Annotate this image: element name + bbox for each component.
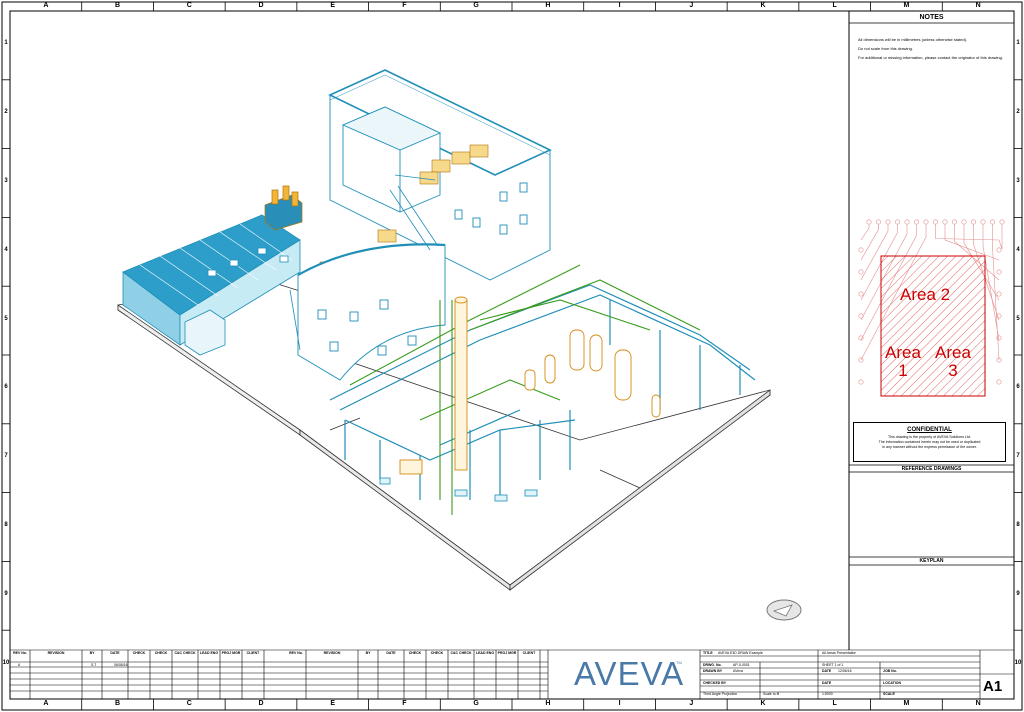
title-label: TITLE bbox=[703, 651, 713, 655]
projection: Third Angle Projection bbox=[703, 692, 738, 696]
revision-header-left-4: CHECK bbox=[132, 651, 146, 655]
revision-header-right-5: CHECK bbox=[430, 651, 444, 655]
revision-header-right-2: BY bbox=[365, 651, 371, 655]
title-value: AVEVA E3D DRAW Example bbox=[718, 651, 763, 655]
date-label: DATE bbox=[822, 669, 832, 673]
location-label: LOCATION bbox=[883, 681, 902, 685]
drawing-no-label: DRWG. No. bbox=[703, 663, 722, 667]
revision-header-left-0: REV No. bbox=[13, 651, 27, 655]
revision-header-right-4: CHECK bbox=[408, 651, 422, 655]
revision-header-right-6: C&C CHECK bbox=[450, 651, 472, 655]
revision-header-left-3: DATE bbox=[110, 651, 120, 655]
aveva-tm: TM bbox=[676, 660, 682, 665]
job-label: JOB No. bbox=[883, 669, 897, 673]
revision-header-left-6: C&C CHECK bbox=[174, 651, 196, 655]
revision-row-by: S.T bbox=[91, 663, 97, 667]
checked-date-label: DATE bbox=[822, 681, 832, 685]
revision-header-right-3: DATE bbox=[386, 651, 396, 655]
scale-value: 1:5000 bbox=[822, 692, 833, 696]
revision-header-left-2: BY bbox=[89, 651, 95, 655]
title-value-2: All Areas Presentation bbox=[822, 651, 857, 655]
revision-header-right-0: REV No. bbox=[289, 651, 303, 655]
sheet-number: SHEET 1 of 1 bbox=[822, 663, 844, 667]
checked-by-label: CHECKED BY bbox=[703, 681, 727, 685]
revision-header-right-9: CLIENT bbox=[522, 651, 536, 655]
revision-header-left-8: PROJ MGR bbox=[221, 651, 241, 655]
drawn-by: AVeva bbox=[733, 669, 743, 673]
drawn-by-label: DRAWN BY bbox=[703, 669, 723, 673]
sheet-size: A1 bbox=[983, 678, 1003, 695]
revision-header-right-8: PROJ MGR bbox=[497, 651, 517, 655]
revision-header-left-9: CLIENT bbox=[246, 651, 260, 655]
revision-header-left-7: LEAD ENG bbox=[199, 651, 219, 655]
revision-header-left-1: REVISION bbox=[47, 651, 65, 655]
revision-table-grid bbox=[10, 649, 1014, 699]
revision-row-rev: A bbox=[18, 663, 21, 667]
scale-label: Scale to fit bbox=[763, 692, 780, 696]
scale-word: SCALE bbox=[883, 692, 895, 696]
aveva-logo: AVEVA bbox=[574, 655, 685, 692]
revision-header-right-7: LEAD ENG bbox=[475, 651, 495, 655]
revision-header-right-1: REVISION bbox=[323, 651, 341, 655]
date-value: 12/06/16 bbox=[838, 669, 852, 673]
drawing-no: AP-0-0001 bbox=[733, 663, 750, 667]
revision-header-left-5: CHECK bbox=[154, 651, 168, 655]
revision-row-date: 06/06/16 bbox=[114, 663, 128, 667]
